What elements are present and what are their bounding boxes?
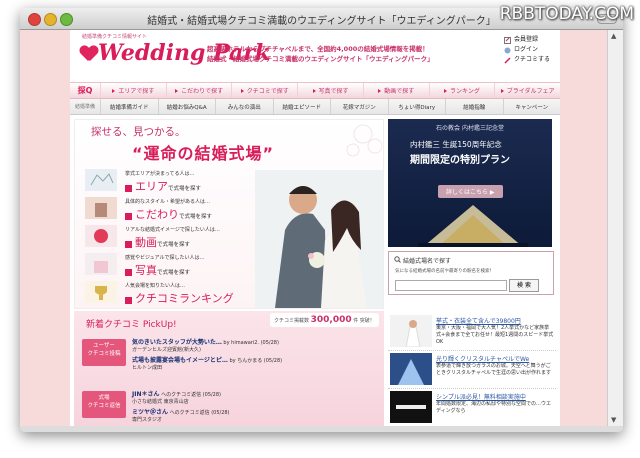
site-watermark: RBBTODAY.COM bbox=[499, 4, 634, 24]
user-review-tag: ユーザー クチコミ投稿 bbox=[82, 339, 126, 366]
nav-diary[interactable]: ちょい得Diary bbox=[387, 99, 446, 114]
search-by-photo[interactable]: 感覚やビジュアルで探したい人は… 写真で式場を探す bbox=[85, 251, 235, 278]
review-ranking[interactable]: 人気会場を知りたい人は… クチコミランキング bbox=[85, 279, 235, 306]
floral-decoration-icon bbox=[346, 124, 383, 157]
vertical-scrollbar[interactable]: ▲ ▼ bbox=[607, 30, 623, 426]
nav-kuchikomi[interactable]: クチコミで探す bbox=[231, 83, 297, 98]
review-count: クチコミ掲載数 300,000 件 突破！ bbox=[270, 313, 379, 327]
promo-title: 探せる、見つかる。 bbox=[91, 126, 186, 138]
new-reviews-heading: 新着クチコミ PickUp! bbox=[86, 320, 177, 330]
chapel-thumbnail bbox=[85, 197, 117, 219]
venue-search-button[interactable]: 検 索 bbox=[509, 279, 539, 292]
main-content: 探せる、見つかる。 “運命の結婚式場” 挙式エリアが決まってる人は… エリアで式… bbox=[70, 115, 560, 426]
review-item[interactable]: 気のきいたスタッフが大勢いた… by himawari2. (05/28) ガーデ… bbox=[132, 337, 279, 353]
post-review-link[interactable]: クチコミする bbox=[504, 55, 550, 65]
nav-video[interactable]: 動画で探す bbox=[362, 83, 429, 98]
web-content: 結婚準備クチコミ情報サイト Wedding Park 超高級ホテルからプチチャペ… bbox=[20, 30, 608, 426]
nav-qa[interactable]: 結婚お悩みQ&A bbox=[157, 99, 216, 114]
pencil-icon bbox=[504, 56, 511, 64]
side-ads: 挙式・衣装全て含んで39800円 東京・大阪・福岡で大人気！2人挙式かなど家族挙… bbox=[388, 313, 556, 426]
cake-thumbnail bbox=[85, 253, 117, 275]
side-ad-item[interactable]: 光り輝くクリスタルチャペルでWe 表参道で輝き放つガラスのお城。天空へと舞うがご… bbox=[388, 351, 556, 389]
login-icon bbox=[504, 47, 511, 53]
bride-thumbnail bbox=[390, 315, 432, 347]
header-tagline: 超高級ホテルからプチチャペルまで、全国約4,000の結婚式場情報を掲載！ 結婚式… bbox=[207, 45, 434, 63]
map-thumbnail bbox=[85, 169, 117, 191]
heart-icon bbox=[80, 46, 98, 62]
video-thumbnail bbox=[85, 225, 117, 247]
review-item[interactable]: 式場も披露宴会場もイメージとピ… by ちんかまる (05/28) ヒルトン成田 bbox=[132, 355, 282, 371]
search-nav-label: 探Q bbox=[77, 86, 93, 95]
nav-campaign[interactable]: キャンペーン bbox=[502, 99, 561, 114]
sponsored-banner[interactable]: 石の教会 内村鑑三記念堂 内村鑑三 生誕150周年記念 期間限定の特別プラン 詳… bbox=[388, 119, 552, 247]
register-link[interactable]: 会員登録 bbox=[503, 35, 550, 45]
venue-reply-tag: 式場 クチコミ返信 bbox=[82, 391, 126, 418]
nav-bridal-fair[interactable]: ブライダルフェア bbox=[494, 83, 560, 98]
promo-banner: 探せる、見つかる。 “運命の結婚式場” 挙式エリアが決まってる人は… エリアで式… bbox=[74, 119, 384, 309]
new-reviews-section: 新着クチコミ PickUp! クチコミ掲載数 300,000 件 突破！ ユーザ… bbox=[74, 311, 384, 426]
search-by-area[interactable]: 挙式エリアが決まってる人は… エリアで式場を探す bbox=[85, 167, 235, 194]
account-links: 会員登録 ログイン クチコミする bbox=[503, 35, 550, 65]
window-bottom-bar bbox=[20, 426, 623, 432]
primary-nav: 探Q エリアで探す こだわりで探す クチコミで探す 写真で探す 動画で探す ラン… bbox=[70, 83, 560, 99]
login-link[interactable]: ログイン bbox=[504, 45, 550, 55]
logo-caption: 結婚準備クチコミ情報サイト bbox=[82, 34, 148, 40]
petitrag-thumbnail bbox=[390, 391, 432, 423]
promo-headline: “運命の結婚式場” bbox=[132, 144, 275, 163]
nav-area[interactable]: エリアで探す bbox=[100, 83, 166, 98]
scroll-up-arrow-icon[interactable]: ▲ bbox=[611, 32, 616, 40]
register-icon bbox=[503, 36, 511, 44]
site-header: 結婚準備クチコミ情報サイト Wedding Park 超高級ホテルからプチチャペ… bbox=[70, 30, 560, 83]
side-ad-item[interactable]: 挙式・衣装全て含んで39800円 東京・大阪・福岡で大人気！2人挙式かなど家族挙… bbox=[388, 313, 556, 351]
crystal-chapel-thumbnail bbox=[390, 353, 432, 385]
side-ad-item[interactable]: シンプル派必見！無料相談実施中 年間婚数限定、海辺の私邸や特別な空間での…ウエデ… bbox=[388, 389, 556, 426]
nav-ranking[interactable]: ランキング bbox=[428, 83, 495, 98]
search-method-list: 挙式エリアが決まってる人は… エリアで式場を探す 具体的なスタイル・希望がある人… bbox=[85, 167, 235, 307]
secondary-nav: 結婚準備 結婚準備ガイド 結婚お悩みQ&A みんなの演出 結婚エピソード 花嫁マ… bbox=[70, 99, 560, 115]
search-by-video[interactable]: リアルな結婚式イメージで探したい人は… 動画で式場を探す bbox=[85, 223, 235, 250]
nav-magazine[interactable]: 花嫁マガジン bbox=[330, 99, 388, 114]
browser-window: 結婚式・結婚式場クチコミ満載のウエディングサイト「ウエディングパーク」 結婚準備… bbox=[20, 8, 623, 432]
nav-kodawari[interactable]: こだわりで探す bbox=[165, 83, 232, 98]
nav-photo[interactable]: 写真で探す bbox=[297, 83, 363, 98]
venue-search-input[interactable] bbox=[395, 280, 507, 291]
stone-chapel-image bbox=[418, 205, 528, 247]
search-icon bbox=[394, 256, 401, 263]
reply-item[interactable]: ミツヤ＠さん へのクチコミ返信 (05/28) 専門スタジオ bbox=[132, 407, 230, 423]
search-by-preference[interactable]: 具体的なスタイル・希望がある人は… こだわりで式場を探す bbox=[85, 195, 235, 222]
couple-photo bbox=[255, 170, 383, 308]
guide-label: 結婚準備 bbox=[74, 104, 95, 110]
page: 結婚準備クチコミ情報サイト Wedding Park 超高級ホテルからプチチャペ… bbox=[70, 30, 560, 426]
reply-item[interactable]: JIN＊さん へのクチコミ返信 (05/28) 小さな結婚式 東京青山店 bbox=[132, 389, 221, 405]
nav-staging[interactable]: みんなの演出 bbox=[215, 99, 273, 114]
nav-rings[interactable]: 結婚指輪 bbox=[445, 99, 503, 114]
venue-search-box: 結婚式場名で探す 気になる結婚式場の名前や最寄りの駅名を検索！ 検 索 bbox=[388, 251, 554, 295]
scroll-down-arrow-icon[interactable]: ▼ bbox=[611, 416, 616, 424]
nav-episode[interactable]: 結婚エピソード bbox=[272, 99, 331, 114]
nav-guide[interactable]: 結婚準備ガイド bbox=[100, 99, 158, 114]
trophy-thumbnail bbox=[85, 281, 117, 303]
